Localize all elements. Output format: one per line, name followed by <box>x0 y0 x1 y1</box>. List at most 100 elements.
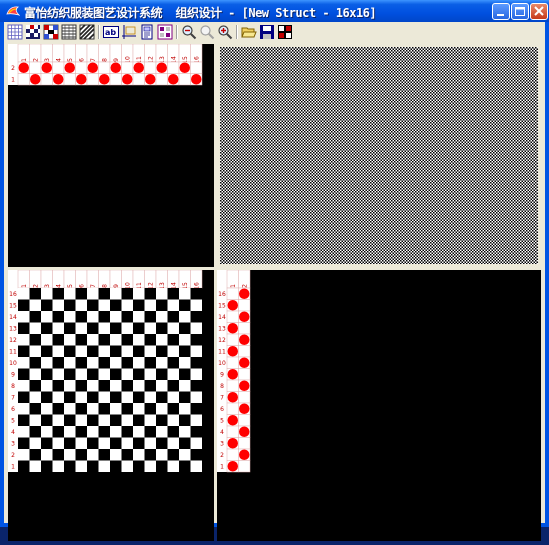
draft-cell[interactable] <box>87 311 99 323</box>
draft-cell[interactable] <box>87 391 99 404</box>
draft-cell[interactable] <box>29 334 42 346</box>
draft-cell[interactable] <box>179 345 191 358</box>
draft-cell[interactable] <box>29 368 42 381</box>
weave-draft-pane[interactable]: 1 2 3 4 5 6 7 8 9 10 11 12 13 14 15 16 16 15 14 13 12 11 10 9 8 7… <box>8 269 214 541</box>
draft-cell[interactable] <box>110 368 122 381</box>
draft-cell[interactable] <box>133 437 145 450</box>
draft-cell[interactable] <box>121 288 134 300</box>
draft-cell[interactable] <box>179 357 191 369</box>
zoom-reset-icon[interactable] <box>199 24 215 40</box>
grid-icon[interactable] <box>7 24 23 40</box>
draft-cell[interactable] <box>98 345 111 358</box>
draft-cell[interactable] <box>52 460 65 473</box>
zoom-in-icon[interactable] <box>217 24 233 40</box>
draft-cell[interactable] <box>179 380 191 392</box>
draft-cell[interactable] <box>41 437 53 450</box>
draft-cell[interactable] <box>144 449 157 461</box>
draft-cell[interactable] <box>98 426 111 438</box>
minimize-button[interactable] <box>492 3 510 20</box>
draft-cell[interactable] <box>133 403 145 415</box>
tieup-cell[interactable] <box>121 61 134 74</box>
draft-cell[interactable] <box>167 311 180 323</box>
draft-cell[interactable] <box>156 288 168 300</box>
draft-cell[interactable] <box>75 437 88 450</box>
draft-cell[interactable] <box>98 403 111 415</box>
draft-cell[interactable] <box>121 380 134 392</box>
draft-cell[interactable] <box>156 449 168 461</box>
draft-cell[interactable] <box>18 449 30 461</box>
threading-cell[interactable] <box>226 402 239 415</box>
tieup-cell[interactable] <box>109 73 122 86</box>
draft-cell[interactable] <box>75 449 88 461</box>
draft-cell[interactable] <box>18 299 30 312</box>
draft-cell[interactable] <box>190 380 203 392</box>
draft-cell[interactable] <box>144 403 157 415</box>
draft-cell[interactable] <box>29 357 42 369</box>
draft-cell[interactable] <box>110 426 122 438</box>
text-label-icon[interactable]: ab <box>103 24 119 40</box>
draft-cell[interactable] <box>18 414 30 427</box>
draft-cell[interactable] <box>121 311 134 323</box>
draft-cell[interactable] <box>41 345 53 358</box>
draft-cell[interactable] <box>133 391 145 404</box>
draft-cell[interactable] <box>52 380 65 392</box>
draft-cell[interactable] <box>121 460 134 473</box>
draft-cell[interactable] <box>190 437 203 450</box>
draft-cell[interactable] <box>75 368 88 381</box>
draft-cell[interactable] <box>167 437 180 450</box>
threading-grid[interactable]: 1 216151413121110987654321 <box>217 269 541 541</box>
threading-cell[interactable] <box>226 356 239 369</box>
draft-cell[interactable] <box>190 460 203 473</box>
draft-cell[interactable] <box>167 334 180 346</box>
draft-cell[interactable] <box>121 334 134 346</box>
draft-cell[interactable] <box>87 403 99 415</box>
draft-cell[interactable] <box>144 299 157 312</box>
draft-cell[interactable] <box>18 311 30 323</box>
draft-cell[interactable] <box>87 380 99 392</box>
draft-cell[interactable] <box>144 322 157 335</box>
draft-cell[interactable] <box>29 345 42 358</box>
draft-cell[interactable] <box>18 288 30 300</box>
draft-cell[interactable] <box>29 460 42 473</box>
draft-cell[interactable] <box>133 311 145 323</box>
draft-cell[interactable] <box>179 403 191 415</box>
draft-cell[interactable] <box>41 334 53 346</box>
draft-cell[interactable] <box>98 368 111 381</box>
draft-cell[interactable] <box>190 449 203 461</box>
draft-cell[interactable] <box>98 357 111 369</box>
draft-cell[interactable] <box>179 437 191 450</box>
draft-cell[interactable] <box>64 322 76 335</box>
maximize-button[interactable] <box>511 3 529 20</box>
draft-cell[interactable] <box>41 299 53 312</box>
draft-cell[interactable] <box>167 345 180 358</box>
draft-cell[interactable] <box>87 299 99 312</box>
threading-cell[interactable] <box>238 391 251 404</box>
draft-cell[interactable] <box>179 334 191 346</box>
draft-cell[interactable] <box>190 299 203 312</box>
draft-cell[interactable] <box>133 426 145 438</box>
close-button[interactable] <box>530 3 548 20</box>
color-palette-icon[interactable] <box>277 24 293 40</box>
threading-cell[interactable] <box>238 322 251 335</box>
draft-cell[interactable] <box>110 311 122 323</box>
draft-cell[interactable] <box>52 322 65 335</box>
tieup-cell[interactable] <box>63 73 76 86</box>
color-pattern-icon[interactable] <box>43 24 59 40</box>
draft-cell[interactable] <box>121 357 134 369</box>
draft-cell[interactable] <box>179 311 191 323</box>
threading-cell[interactable] <box>226 379 239 392</box>
tieup-cell[interactable] <box>52 61 65 74</box>
draft-cell[interactable] <box>133 322 145 335</box>
draft-cell[interactable] <box>87 357 99 369</box>
draft-cell[interactable] <box>156 334 168 346</box>
draft-cell[interactable] <box>167 322 180 335</box>
draft-cell[interactable] <box>167 403 180 415</box>
draft-cell[interactable] <box>41 368 53 381</box>
hatch-icon[interactable] <box>61 24 77 40</box>
draft-cell[interactable] <box>75 322 88 335</box>
draft-cell[interactable] <box>75 334 88 346</box>
draft-cell[interactable] <box>167 357 180 369</box>
draft-cell[interactable] <box>29 426 42 438</box>
draft-cell[interactable] <box>156 299 168 312</box>
draft-cell[interactable] <box>64 357 76 369</box>
